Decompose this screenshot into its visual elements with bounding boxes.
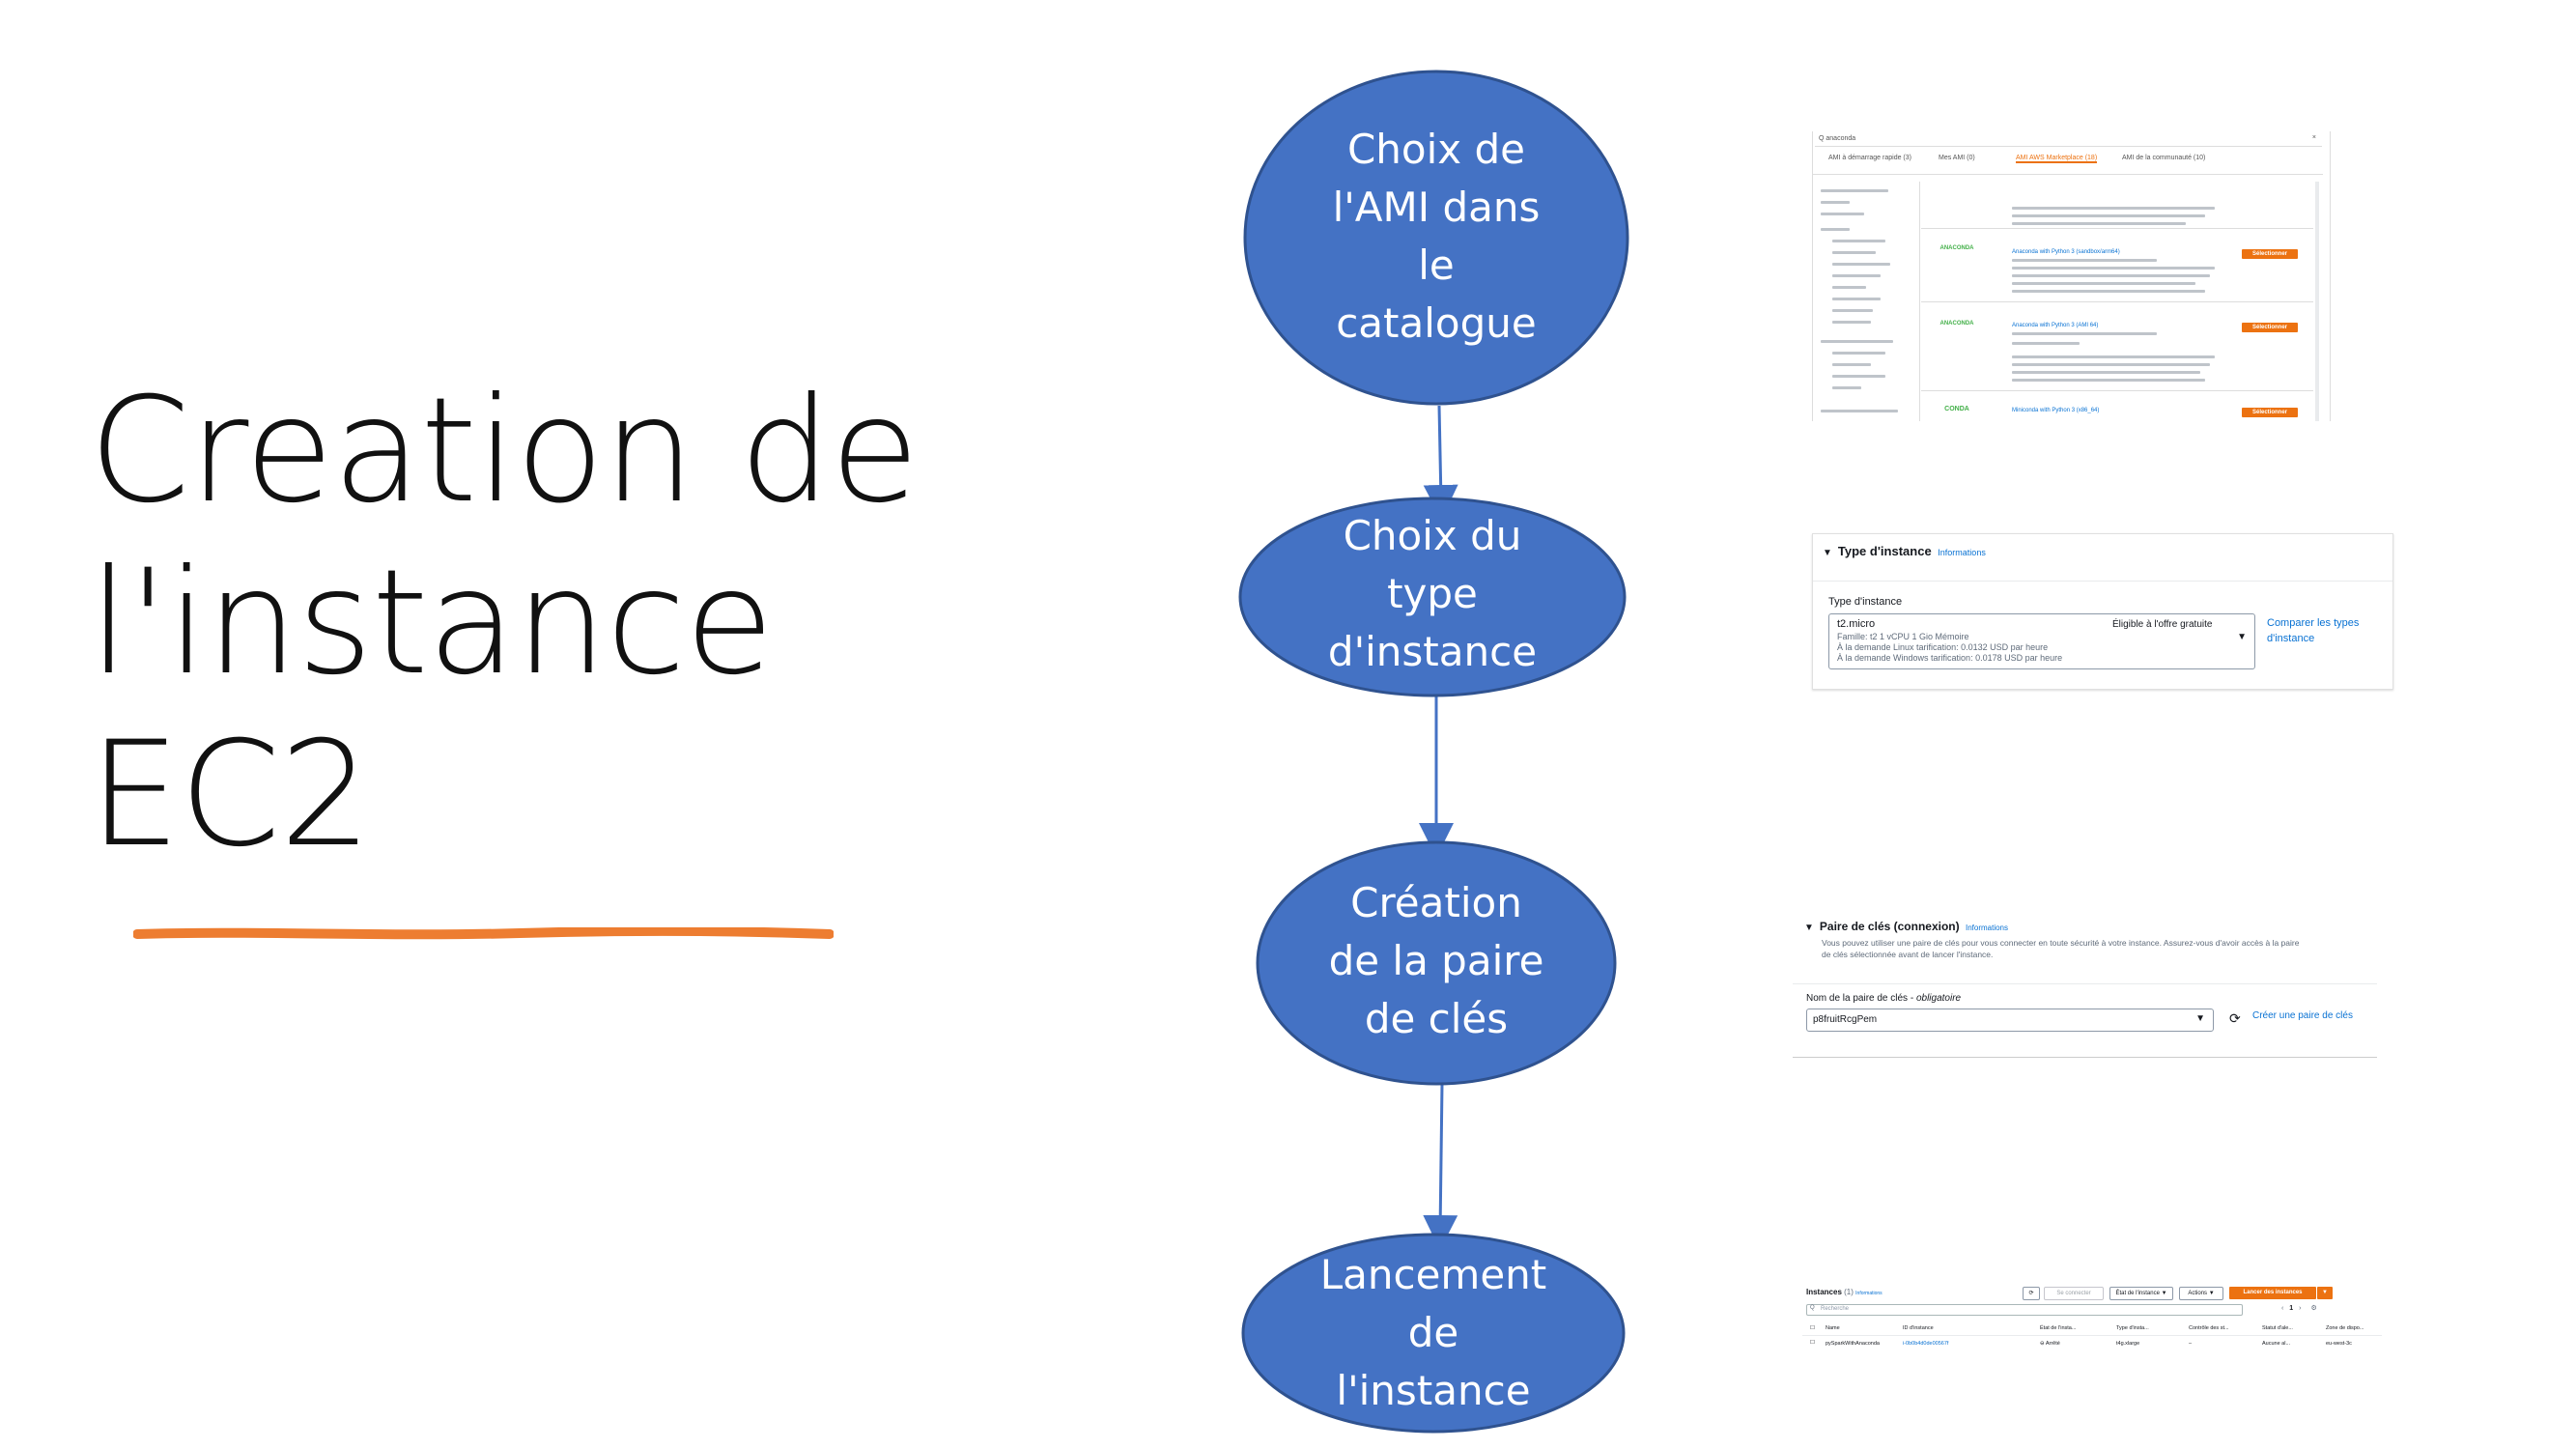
launch-dropdown-icon[interactable]: ▼ xyxy=(2317,1287,2333,1299)
instances-header: Instances (1) Informations xyxy=(1806,1288,1882,1296)
free-tier-badge: Éligible à l'offre gratuite xyxy=(2112,619,2213,630)
caret-down-icon[interactable]: ▼ xyxy=(1804,923,1814,933)
row-checkbox[interactable]: ☐ xyxy=(1810,1340,1815,1346)
next-page-icon[interactable]: › xyxy=(2299,1305,2301,1312)
select-ami-1-button[interactable]: Sélectionner xyxy=(2242,249,2298,259)
refresh-icon[interactable]: ⟳ xyxy=(2229,1010,2241,1027)
info-link[interactable]: Informations xyxy=(1938,548,1986,557)
refresh-icon[interactable]: ⟳ xyxy=(2023,1287,2040,1300)
instances-table-header: ☐ Name ID d'instance État de l'insta... … xyxy=(1802,1321,2382,1336)
dropdown-caret-icon: ▼ xyxy=(2237,632,2247,642)
caret-down-icon[interactable]: ▼ xyxy=(1823,548,1832,558)
ami-search-bar[interactable]: Q anaconda × xyxy=(1815,134,2322,147)
flow-arrow-1 xyxy=(1423,405,1458,520)
info-link[interactable]: Informations xyxy=(1855,1291,1882,1296)
instances-list-screenshot: Instances (1) Informations ⟳ Se connecte… xyxy=(1802,1285,2382,1354)
ami-item-2-name[interactable]: Anaconda with Python 3 (AMI 64) xyxy=(2012,323,2098,328)
ami-tab-marketplace[interactable]: AMI AWS Marketplace (18) xyxy=(2016,155,2098,163)
ami-tab-community[interactable]: AMI de la communauté (10) xyxy=(2122,155,2205,161)
table-row[interactable]: ☐ pySparkWithAnaconda i-0b0b4d0de00567f … xyxy=(1802,1337,2382,1350)
anaconda-logo-2: ANACONDA xyxy=(1939,321,1974,327)
linux-price-detail: À la demande Linux tarification: 0.0132 … xyxy=(1837,642,2049,652)
select-ami-2-button[interactable]: Sélectionner xyxy=(2242,323,2298,332)
instances-search-input[interactable]: Q Recherche xyxy=(1806,1304,2243,1316)
selected-key-pair: p8fruitRcgPem xyxy=(1813,1014,1878,1025)
key-pair-name-label: Nom de la paire de clés - obligatoire xyxy=(1806,993,1962,1004)
key-pair-header: ▼ Paire de clés (connexion) Informations xyxy=(1804,920,2008,933)
conda-logo: CONDA xyxy=(1944,406,1969,412)
dropdown-caret-icon: ▼ xyxy=(2195,1013,2205,1024)
connect-button[interactable]: Se connecter xyxy=(2044,1287,2104,1300)
instance-type-select[interactable]: t2.micro Éligible à l'offre gratuite Fam… xyxy=(1828,613,2255,669)
select-ami-3-button[interactable]: Sélectionner xyxy=(2242,408,2298,417)
flow-arrow-3 xyxy=(1423,1083,1458,1250)
launch-instances-button[interactable]: Lancer des instances xyxy=(2229,1287,2316,1299)
anaconda-logo-1: ANACONDA xyxy=(1939,245,1974,251)
ami-item-3-name[interactable]: Miniconda with Python 3 (x86_64) xyxy=(2012,408,2099,413)
key-pair-select[interactable]: p8fruitRcgPem ▼ xyxy=(1806,1009,2214,1032)
settings-icon[interactable]: ⚙ xyxy=(2310,1305,2316,1312)
selected-instance-type: t2.micro xyxy=(1837,618,1876,630)
flow-node-3-label: Création de la paire de clés xyxy=(1328,879,1544,1042)
search-icon: Q xyxy=(1810,1305,1815,1311)
flow-node-1-label: Choix de l'AMI dans le catalogue xyxy=(1332,126,1541,347)
actions-button[interactable]: Actions ▼ xyxy=(2179,1287,2223,1300)
create-key-pair-link[interactable]: Créer une paire de clés xyxy=(2252,1009,2359,1022)
instance-type-screenshot: ▼ Type d'instance Informations Type d'ins… xyxy=(1812,533,2393,690)
ami-item-1-name[interactable]: Anaconda with Python 3 (sandbox/arm64) xyxy=(2012,249,2120,255)
instance-state-button[interactable]: État de l'instance ▼ xyxy=(2109,1287,2173,1300)
ami-tab-my-ami[interactable]: Mes AMI (0) xyxy=(1939,155,1975,161)
close-icon[interactable]: × xyxy=(2312,134,2316,141)
prev-page-icon[interactable]: ‹ xyxy=(2281,1305,2283,1312)
windows-price-detail: À la demande Windows tarification: 0.017… xyxy=(1837,653,2063,663)
key-pair-screenshot: ▼ Paire de clés (connexion) Informations … xyxy=(1793,912,2377,1058)
flow-node-2-label: Choix du type d'instance xyxy=(1327,512,1538,675)
instance-family-detail: Famille: t2 1 vCPU 1 Gio Mémoire xyxy=(1837,632,1969,641)
ami-filter-sidebar xyxy=(1817,189,1913,416)
ami-tab-quickstart[interactable]: AMI à démarrage rapide (3) xyxy=(1828,155,1911,161)
pagination: ‹ 1 › ⚙ xyxy=(2281,1304,2317,1312)
key-pair-description: Vous pouvez utiliser une paire de clés p… xyxy=(1822,938,2300,959)
info-link[interactable]: Informations xyxy=(1966,923,2008,932)
compare-instance-types-link[interactable]: Comparer les types d'instance xyxy=(2267,615,2373,646)
select-all-checkbox[interactable]: ☐ xyxy=(1810,1325,1815,1331)
ami-search-text: Q anaconda xyxy=(1819,135,1856,142)
current-page[interactable]: 1 xyxy=(2289,1305,2293,1312)
instance-state: ⊖ Arrêté xyxy=(2040,1341,2060,1347)
instance-type-header: ▼ Type d'instance Informations xyxy=(1823,544,1986,558)
instance-type-label: Type d'instance xyxy=(1828,596,1903,608)
instance-id-link[interactable]: i-0b0b4d0de00567f xyxy=(1903,1341,1948,1347)
flow-node-4-label: Lancement de l'instance xyxy=(1319,1251,1547,1414)
ami-catalogue-screenshot: Q anaconda × AMI à démarrage rapide (3) … xyxy=(1812,131,2331,421)
